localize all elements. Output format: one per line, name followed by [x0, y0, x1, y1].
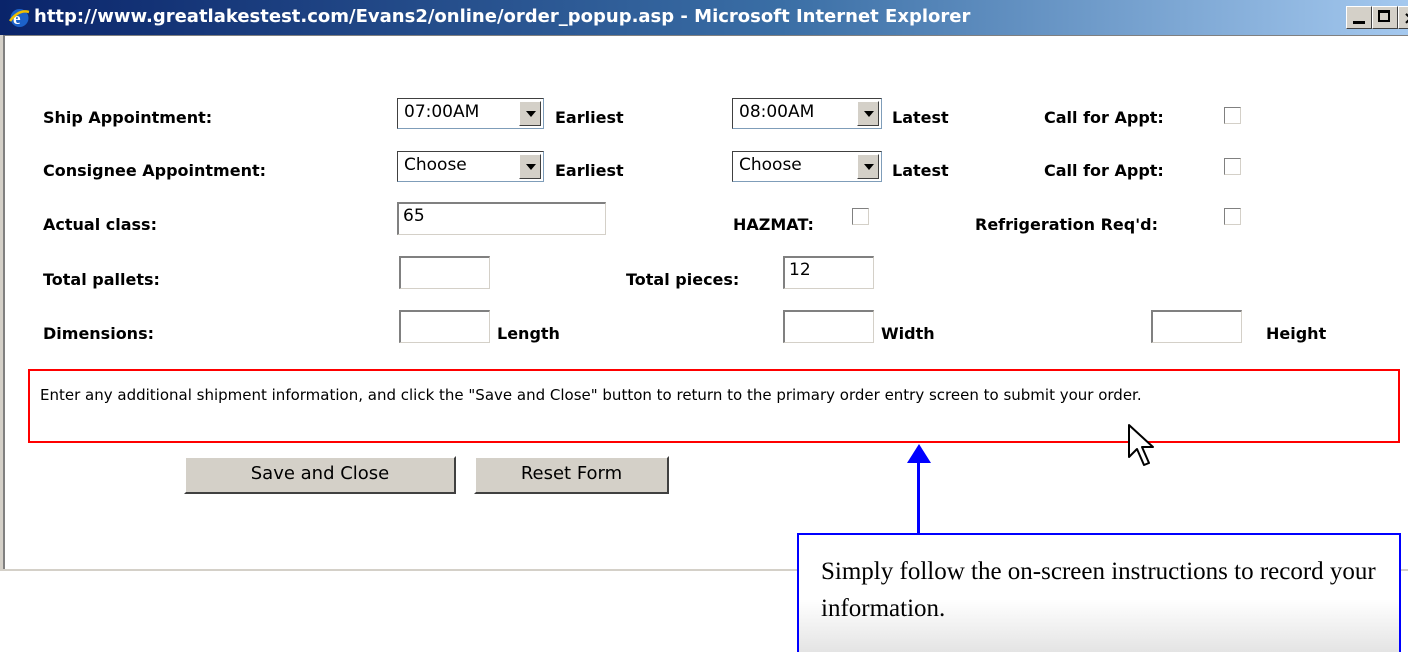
hazmat-checkbox[interactable]: [852, 208, 869, 225]
consignee-earliest-value: Choose: [404, 155, 467, 175]
actual-class-input[interactable]: 65: [397, 202, 606, 235]
ship-earliest-value: 07:00AM: [404, 102, 480, 122]
mouse-pointer-icon: [1128, 424, 1154, 466]
consignee-earliest-select[interactable]: Choose: [397, 151, 544, 182]
actual-class-label: Actual class:: [43, 215, 157, 234]
reset-form-button[interactable]: Reset Form: [474, 456, 669, 494]
save-and-close-button[interactable]: Save and Close: [184, 456, 456, 494]
hazmat-label: HAZMAT:: [733, 215, 814, 234]
ship-appointment-label: Ship Appointment:: [43, 108, 213, 127]
ship-latest-select[interactable]: 08:00AM: [732, 98, 882, 129]
ship-call-for-appt-checkbox[interactable]: [1224, 107, 1241, 124]
length-input[interactable]: [399, 310, 490, 343]
ship-earliest-select[interactable]: 07:00AM: [397, 98, 544, 129]
length-label: Length: [497, 324, 560, 343]
consignee-latest-value: Choose: [739, 155, 802, 175]
total-pieces-label: Total pieces:: [626, 270, 740, 289]
width-input[interactable]: [783, 310, 874, 343]
ship-call-for-appt-label: Call for Appt:: [1044, 108, 1164, 127]
width-label: Width: [881, 324, 935, 343]
consignee-latest-select[interactable]: Choose: [732, 151, 882, 182]
consignee-latest-label: Latest: [892, 161, 949, 180]
maximize-icon[interactable]: [1372, 6, 1398, 29]
total-pallets-label: Total pallets:: [43, 270, 160, 289]
ship-latest-value: 08:00AM: [739, 102, 815, 122]
window-title: http://www.greatlakestest.com/Evans2/onl…: [34, 6, 971, 27]
chevron-down-icon: [519, 101, 541, 126]
total-pieces-input[interactable]: 12: [783, 256, 874, 289]
chevron-down-icon: [857, 154, 879, 179]
refrigeration-checkbox[interactable]: [1224, 208, 1241, 225]
chevron-down-icon: [519, 154, 541, 179]
minimize-icon[interactable]: [1346, 6, 1372, 29]
title-bar[interactable]: e http://www.greatlakestest.com/Evans2/o…: [0, 0, 1408, 35]
consignee-appointment-label: Consignee Appointment:: [43, 161, 267, 180]
callout-text: Simply follow the on-screen instructions…: [821, 558, 1376, 622]
ship-earliest-label: Earliest: [555, 108, 624, 127]
consignee-call-for-appt-checkbox[interactable]: [1224, 158, 1241, 175]
callout-arrowhead: [907, 444, 931, 463]
callout-pointer-line: [917, 462, 920, 534]
height-label: Height: [1266, 324, 1327, 343]
height-input[interactable]: [1151, 310, 1242, 343]
ship-latest-label: Latest: [892, 108, 949, 127]
close-icon[interactable]: ×: [1398, 6, 1408, 29]
total-pallets-input[interactable]: [399, 256, 490, 289]
refrigeration-label: Refrigeration Req'd:: [975, 215, 1158, 234]
chevron-down-icon: [857, 101, 879, 126]
highlight-box: [28, 369, 1400, 443]
dimensions-label: Dimensions:: [43, 324, 154, 343]
ie-logo-icon: e: [9, 9, 30, 28]
callout-box: Simply follow the on-screen instructions…: [797, 533, 1401, 652]
consignee-call-for-appt-label: Call for Appt:: [1044, 161, 1164, 180]
consignee-earliest-label: Earliest: [555, 161, 624, 180]
